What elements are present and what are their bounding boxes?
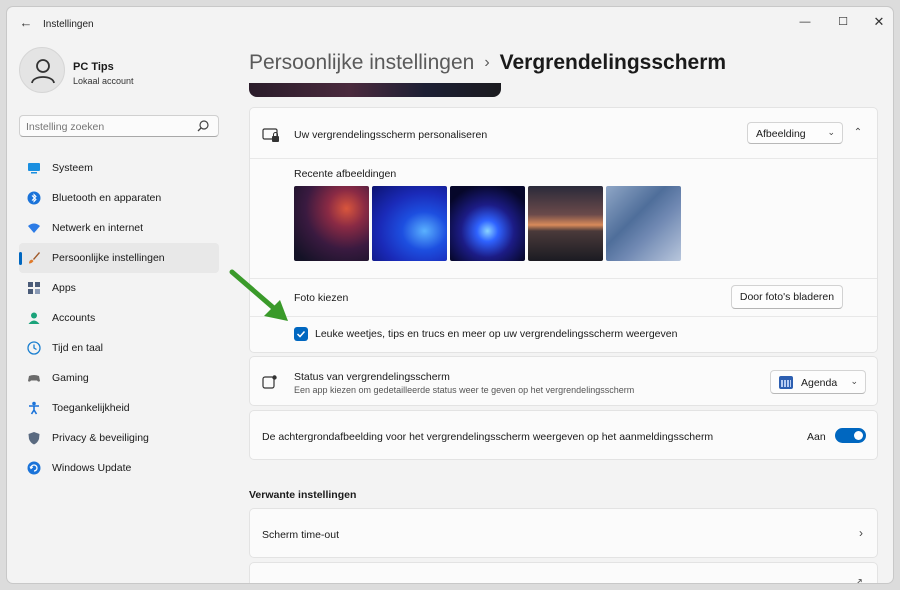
chevron-right-icon: › [859,526,863,540]
sidebar-item-label: Accounts [52,312,96,324]
related-item-screen-timeout[interactable]: Scherm time-out › [249,508,878,558]
browse-photos-button[interactable]: Door foto's bladeren [731,285,843,309]
personalize-card: Uw vergrendelingsscherm personaliseren A… [249,107,878,353]
sidebar-nav: Systeem Bluetooth en apparaten Netwerk e… [19,153,219,483]
accessibility-icon [29,401,39,415]
calendar-icon [779,376,793,389]
avatar[interactable] [19,47,65,93]
profile-account-type: Lokaal account [73,76,134,86]
sidebar-item-label: Systeem [52,162,93,174]
signin-background-toggle[interactable] [835,428,866,443]
controller-icon [28,375,40,382]
sidebar-item-systeem[interactable]: Systeem [19,153,219,183]
sidebar-item-bluetooth[interactable]: Bluetooth en apparaten [19,183,219,213]
annotation-arrow-icon [229,269,288,321]
sidebar-item-label: Netwerk en internet [52,222,144,234]
globe-clock-icon [27,341,41,355]
sidebar-item-label: Bluetooth en apparaten [52,192,162,204]
sidebar-item-label: Tijd en taal [52,342,103,354]
recent-image-4[interactable] [528,186,603,261]
sidebar-item-label: Toegankelijkheid [52,402,130,414]
search-icon[interactable] [196,119,210,133]
chevron-up-icon[interactable]: ⌃ [847,122,869,144]
lock-screen-icon [262,128,279,142]
search-box[interactable] [19,115,219,137]
title-bar: ← Instellingen — ☐ ✕ [7,7,893,37]
signin-background-label: De achtergrondafbeelding voor het vergre… [262,431,714,443]
sidebar-item-label: Persoonlijke instellingen [52,252,165,264]
recent-image-1[interactable] [294,186,369,261]
sidebar-item-windows-update[interactable]: Windows Update [19,453,219,483]
recent-image-3[interactable] [450,186,525,261]
update-icon [27,461,41,475]
sidebar-item-apps[interactable]: Apps [19,273,219,303]
personalize-title: Uw vergrendelingsscherm personaliseren [294,129,488,141]
sidebar-item-label: Gaming [52,372,89,384]
close-button[interactable]: ✕ [863,11,893,33]
app-title: Instellingen [43,19,94,30]
sidebar-item-accounts[interactable]: Accounts [19,303,219,333]
dropdown-value: Afbeelding [756,128,806,140]
profile-name: PC Tips [73,61,114,73]
minimize-button[interactable]: — [789,11,821,33]
recent-image-5[interactable] [606,186,681,261]
sidebar-item-label: Apps [52,282,76,294]
monitor-icon [28,163,40,174]
sidebar-item-toegankelijkheid[interactable]: Toegankelijkheid [19,393,219,423]
breadcrumb-separator-icon: › [484,54,490,71]
status-app-icon [262,375,277,389]
tips-checkbox-label[interactable]: Leuke weetjes, tips en trucs en meer op … [315,328,677,340]
sidebar-item-netwerk[interactable]: Netwerk en internet [19,213,219,243]
back-button[interactable]: ← [15,13,37,33]
toggle-knob [854,431,863,440]
status-app-dropdown[interactable]: Agenda ⌄ [770,370,866,394]
apps-icon [28,282,40,294]
settings-window: ← Instellingen — ☐ ✕ PC Tips Lokaal acco… [6,6,894,584]
sidebar-item-privacy[interactable]: Privacy & beveiliging [19,423,219,453]
maximize-button[interactable]: ☐ [827,11,859,33]
recent-image-2[interactable] [372,186,447,261]
dropdown-value: Agenda [801,377,838,389]
search-input[interactable] [26,119,196,134]
page-title: Vergrendelingsscherm [499,51,727,74]
shield-icon [28,432,40,445]
related-item-label: Scherm time-out [262,529,340,541]
sidebar-item-label: Windows Update [52,462,132,474]
sidebar-item-persoonlijke-instellingen[interactable]: Persoonlijke instellingen [19,243,219,273]
sidebar-item-tijd-en-taal[interactable]: Tijd en taal [19,333,219,363]
lock-screen-status-card: Status van vergrendelingsscherm Een app … [249,356,878,406]
sidebar-item-gaming[interactable]: Gaming [19,363,219,393]
external-link-icon: ↗ [854,577,863,584]
toggle-state-label: Aan [807,431,826,443]
related-settings-heading: Verwante instellingen [249,489,357,501]
sidebar-item-label: Privacy & beveiliging [52,432,149,444]
checkmark-icon [296,330,306,338]
lock-screen-preview [249,83,501,97]
wifi-icon [28,223,40,233]
related-item-partial[interactable]: ↗ [249,562,878,584]
recent-images-label: Recente afbeeldingen [294,168,397,180]
breadcrumb-parent[interactable]: Persoonlijke instellingen [249,51,474,74]
tips-checkbox[interactable] [294,327,308,341]
person-icon [31,59,55,84]
status-title: Status van vergrendelingsscherm [294,371,450,383]
background-type-dropdown[interactable]: Afbeelding ⌄ [747,122,843,144]
bluetooth-icon [27,191,41,205]
divider [250,316,877,317]
brush-icon [29,252,40,264]
divider [250,278,877,279]
signin-background-card: De achtergrondafbeelding voor het vergre… [249,410,878,460]
chevron-down-icon: ⌄ [827,127,835,137]
chevron-down-icon: ⌄ [850,376,858,386]
choose-photo-label: Foto kiezen [294,292,349,304]
person-icon [28,312,40,324]
divider [250,158,877,159]
breadcrumb: Persoonlijke instellingen › Vergrendelings… [249,51,726,81]
status-subtitle: Een app kiezen om gedetailleerde status … [294,385,635,395]
